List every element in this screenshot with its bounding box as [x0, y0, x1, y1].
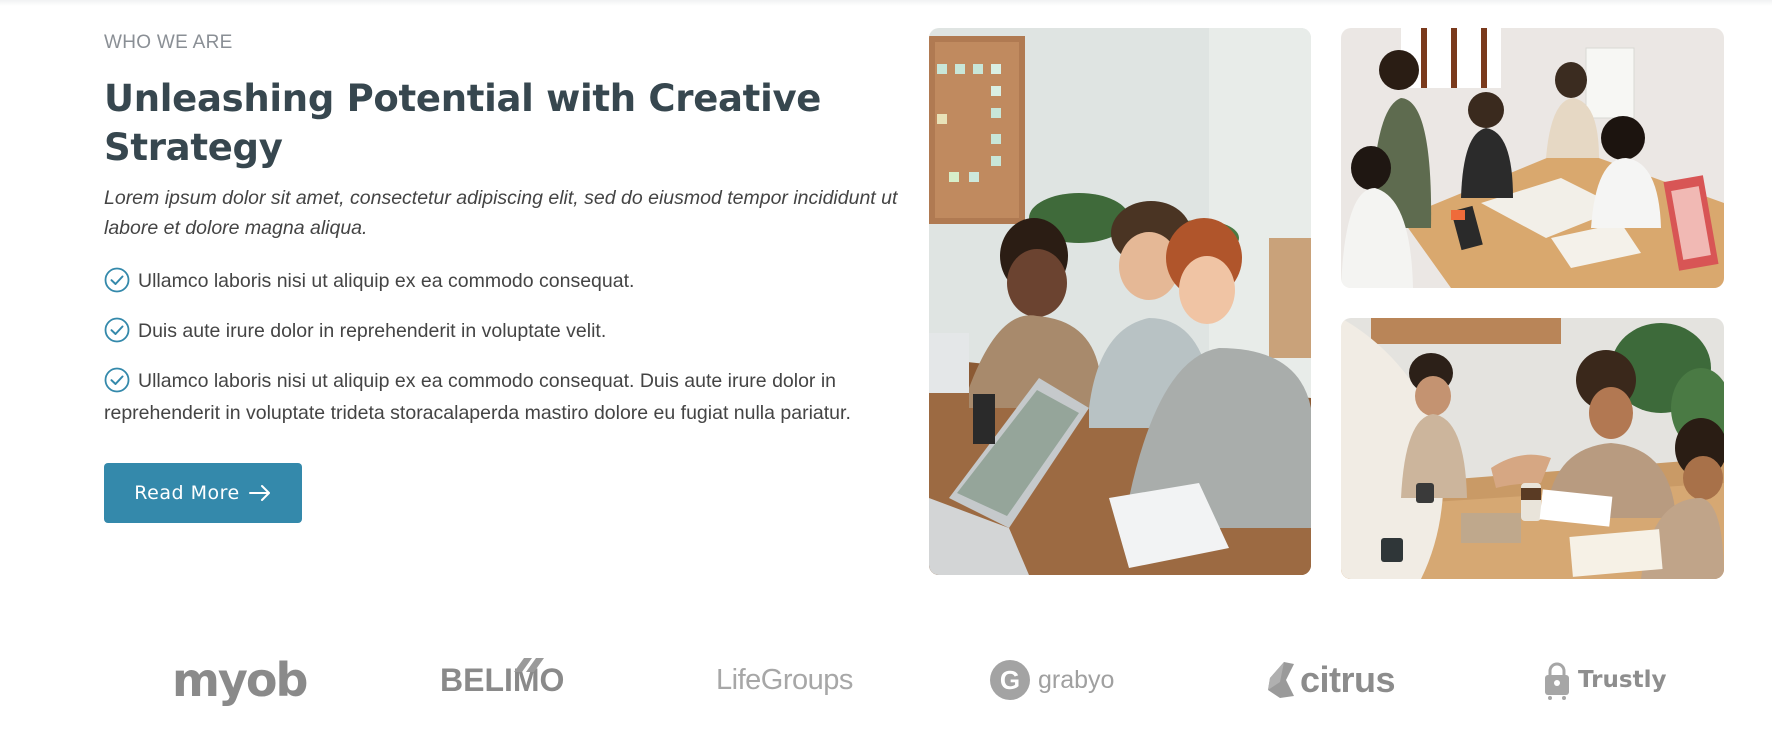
read-more-label: Read More	[134, 482, 240, 504]
logo-belimo: BELIMO	[440, 640, 564, 720]
feature-text: Ullamco laboris nisi ut aliquip ex ea co…	[104, 370, 851, 424]
handshake-photo	[1341, 318, 1724, 579]
logo-citrus: citrus	[1266, 640, 1396, 720]
logo-lifegroups: LifeGroups	[716, 663, 853, 696]
logo-citrus-text: citrus	[1300, 659, 1396, 700]
feature-text: Ullamco laboris nisi ut aliquip ex ea co…	[138, 270, 635, 292]
logo-myob: myob	[172, 653, 308, 707]
section-eyebrow: WHO WE ARE	[104, 32, 233, 53]
section-lead: Lorem ipsum dolor sit amet, consectetur …	[104, 187, 898, 239]
read-more-button[interactable]: Read More	[104, 463, 302, 523]
citrus-mark-icon	[1268, 662, 1294, 698]
logo-trustly-text: Trustly	[1578, 667, 1667, 693]
logo-grabyo-text: grabyo	[1038, 665, 1115, 694]
logo-trustly: Trustly	[1542, 640, 1666, 720]
feature-item: Ullamco laboris nisi ut aliquip ex ea co…	[104, 265, 904, 297]
section-title: Unleashing Potential with Creative Strat…	[104, 77, 822, 169]
logo-grabyo: G grabyo	[990, 640, 1114, 720]
client-logos: myob BELIMO LifeGroups G grabyo citrus T…	[104, 640, 1724, 720]
team-meeting-photo	[929, 28, 1311, 575]
arrow-right-icon	[248, 484, 272, 502]
feature-item: Duis aute irure dolor in reprehenderit i…	[104, 315, 904, 347]
belimo-mark-icon	[514, 658, 544, 672]
check-circle-icon	[104, 267, 130, 293]
check-circle-icon	[104, 317, 130, 343]
check-circle-icon	[104, 367, 130, 393]
feature-item: Ullamco laboris nisi ut aliquip ex ea co…	[104, 365, 904, 429]
grabyo-mark-icon: G	[990, 660, 1030, 700]
feature-list: Ullamco laboris nisi ut aliquip ex ea co…	[104, 265, 904, 447]
trustly-lock-icon	[1545, 662, 1569, 700]
header-shadow	[0, 0, 1772, 6]
team-collaboration-photo	[1341, 28, 1724, 288]
feature-text: Duis aute irure dolor in reprehenderit i…	[138, 320, 607, 342]
